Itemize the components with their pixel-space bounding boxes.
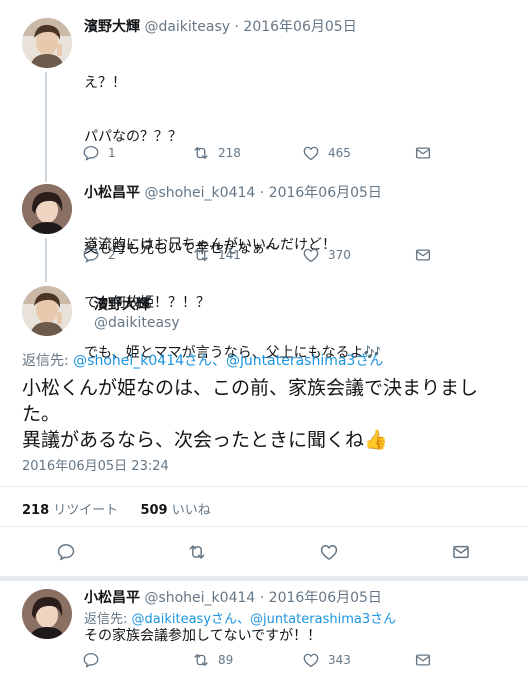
tweet-date[interactable]: · 2016年06月05日	[260, 590, 382, 606]
reply-button[interactable]: 2	[82, 246, 116, 264]
reply-context: 返信先: @daikiteasyさん、@juntaterashima3さん	[84, 608, 396, 627]
like-label[interactable]: いいね	[172, 503, 211, 518]
tweet-date[interactable]: · 2016年06月05日	[260, 185, 382, 201]
handle[interactable]: @daikiteasy	[94, 315, 180, 331]
avatar[interactable]	[22, 184, 72, 234]
reply-prefix: 返信先:	[84, 612, 132, 627]
reply-icon	[56, 542, 76, 562]
envelope-icon	[414, 246, 432, 264]
reply-button[interactable]	[56, 542, 84, 562]
reply-button[interactable]	[82, 651, 108, 669]
reply-icon	[82, 246, 100, 264]
reply-icon	[82, 651, 100, 669]
envelope-icon	[414, 144, 432, 162]
retweet-button[interactable]: 141	[192, 246, 241, 264]
like-button[interactable]: 343	[302, 651, 351, 669]
tweet-line: た。	[22, 403, 61, 425]
reply-button[interactable]: 1	[82, 144, 116, 162]
thread-line	[45, 72, 47, 182]
display-name[interactable]: 濱野大輝	[94, 294, 150, 314]
heart-icon	[302, 246, 320, 264]
like-count: 343	[328, 653, 351, 667]
retweet-icon	[187, 542, 207, 562]
like-button[interactable]: 370	[302, 246, 351, 264]
display-name[interactable]: 小松昌平	[84, 590, 140, 606]
reply-prefix: 返信先:	[22, 353, 74, 369]
reply-icon	[82, 144, 100, 162]
mention-link[interactable]: @juntaterashima3さん	[250, 612, 396, 627]
reply-context: 返信先: @shohei_k0414さん、@juntaterashima3さん	[22, 350, 383, 370]
tweet-text: 小松くんが姫なのは、この前、家族会議で決まりまし た。 異議があるなら、次会った…	[22, 375, 478, 453]
mention-separator: 、	[212, 353, 227, 369]
handle[interactable]: @daikiteasy	[144, 19, 230, 35]
tweet-timestamp[interactable]: 2016年06月05日 23:24	[22, 455, 169, 474]
tweet-header: 濱野大輝 @daikiteasy · 2016年06月05日	[84, 16, 357, 36]
retweet-icon	[192, 246, 210, 264]
mention-link[interactable]: @shohei_k0414さん	[73, 353, 212, 369]
retweet-count: 89	[218, 653, 234, 667]
retweet-label[interactable]: リツイート	[53, 503, 118, 518]
envelope-icon	[451, 542, 471, 562]
retweet-total[interactable]: 218	[22, 503, 49, 518]
divider	[0, 526, 528, 527]
tweet-actions: 89 343	[82, 651, 442, 671]
tweet-header: 小松昌平 @shohei_k0414 · 2016年06月05日	[84, 182, 382, 202]
retweet-icon	[192, 651, 210, 669]
heart-icon	[302, 651, 320, 669]
tweet-text: その家族会議参加してないですが！！	[84, 628, 322, 644]
tweet-date[interactable]: · 2016年06月05日	[235, 19, 357, 35]
avatar[interactable]	[22, 589, 72, 639]
dm-button[interactable]	[414, 651, 440, 669]
tweet-stats: 218 リツイート 509 いいね	[22, 499, 211, 518]
heart-icon	[319, 542, 339, 562]
mention-link[interactable]: @daikiteasyさん	[132, 612, 238, 627]
tweet-actions: 1 218 465	[82, 144, 442, 164]
handle[interactable]: @shohei_k0414	[144, 185, 255, 201]
retweet-button[interactable]: 89	[192, 651, 233, 669]
retweet-count: 218	[218, 146, 241, 160]
heart-icon	[302, 144, 320, 162]
thread-line	[45, 238, 47, 282]
like-count: 370	[328, 248, 351, 262]
tweet-line: 異議があるなら、次会ったときに聞くね👍	[22, 429, 388, 451]
tweet[interactable]: 小松昌平 @shohei_k0414 · 2016年06月05日 父も母も兄もい…	[0, 168, 528, 311]
tweet-line: え？！	[84, 75, 126, 91]
avatar[interactable]	[22, 18, 72, 68]
like-button[interactable]	[319, 542, 347, 562]
tweet-actions: 2 141 370	[82, 246, 442, 266]
like-count: 465	[328, 146, 351, 160]
retweet-icon	[192, 144, 210, 162]
dm-button[interactable]	[414, 144, 440, 162]
display-name[interactable]: 小松昌平	[84, 185, 140, 201]
tweet-actions	[56, 542, 476, 562]
retweet-button[interactable]	[187, 542, 215, 562]
mention-link[interactable]: @juntaterashima3さん	[226, 353, 383, 369]
tweet[interactable]: 濱野大輝 @daikiteasy · 2016年06月05日 え？！ パパなの？…	[0, 0, 528, 361]
dm-button[interactable]	[451, 542, 479, 562]
retweet-button[interactable]: 218	[192, 144, 241, 162]
focused-tweet: 濱野大輝 @daikiteasy 返信先: @shohei_k0414さん、@j…	[0, 280, 528, 576]
display-name[interactable]: 濱野大輝	[84, 19, 140, 35]
tweet-header: 小松昌平 @shohei_k0414 · 2016年06月05日	[84, 587, 382, 607]
reply-count: 2	[108, 248, 116, 262]
tweet-line: 小松くんが姫なのは、この前、家族会議で決まりまし	[22, 377, 479, 399]
like-button[interactable]: 465	[302, 144, 351, 162]
mention-separator: 、	[237, 612, 251, 627]
divider	[0, 486, 528, 487]
retweet-count: 141	[218, 248, 241, 262]
tweet[interactable]: 小松昌平 @shohei_k0414 · 2016年06月05日 返信先: @d…	[0, 581, 528, 680]
dm-button[interactable]	[414, 246, 440, 264]
envelope-icon	[414, 651, 432, 669]
reply-count: 1	[108, 146, 116, 160]
handle[interactable]: @shohei_k0414	[144, 590, 255, 606]
avatar[interactable]	[22, 286, 72, 336]
like-total[interactable]: 509	[140, 503, 167, 518]
